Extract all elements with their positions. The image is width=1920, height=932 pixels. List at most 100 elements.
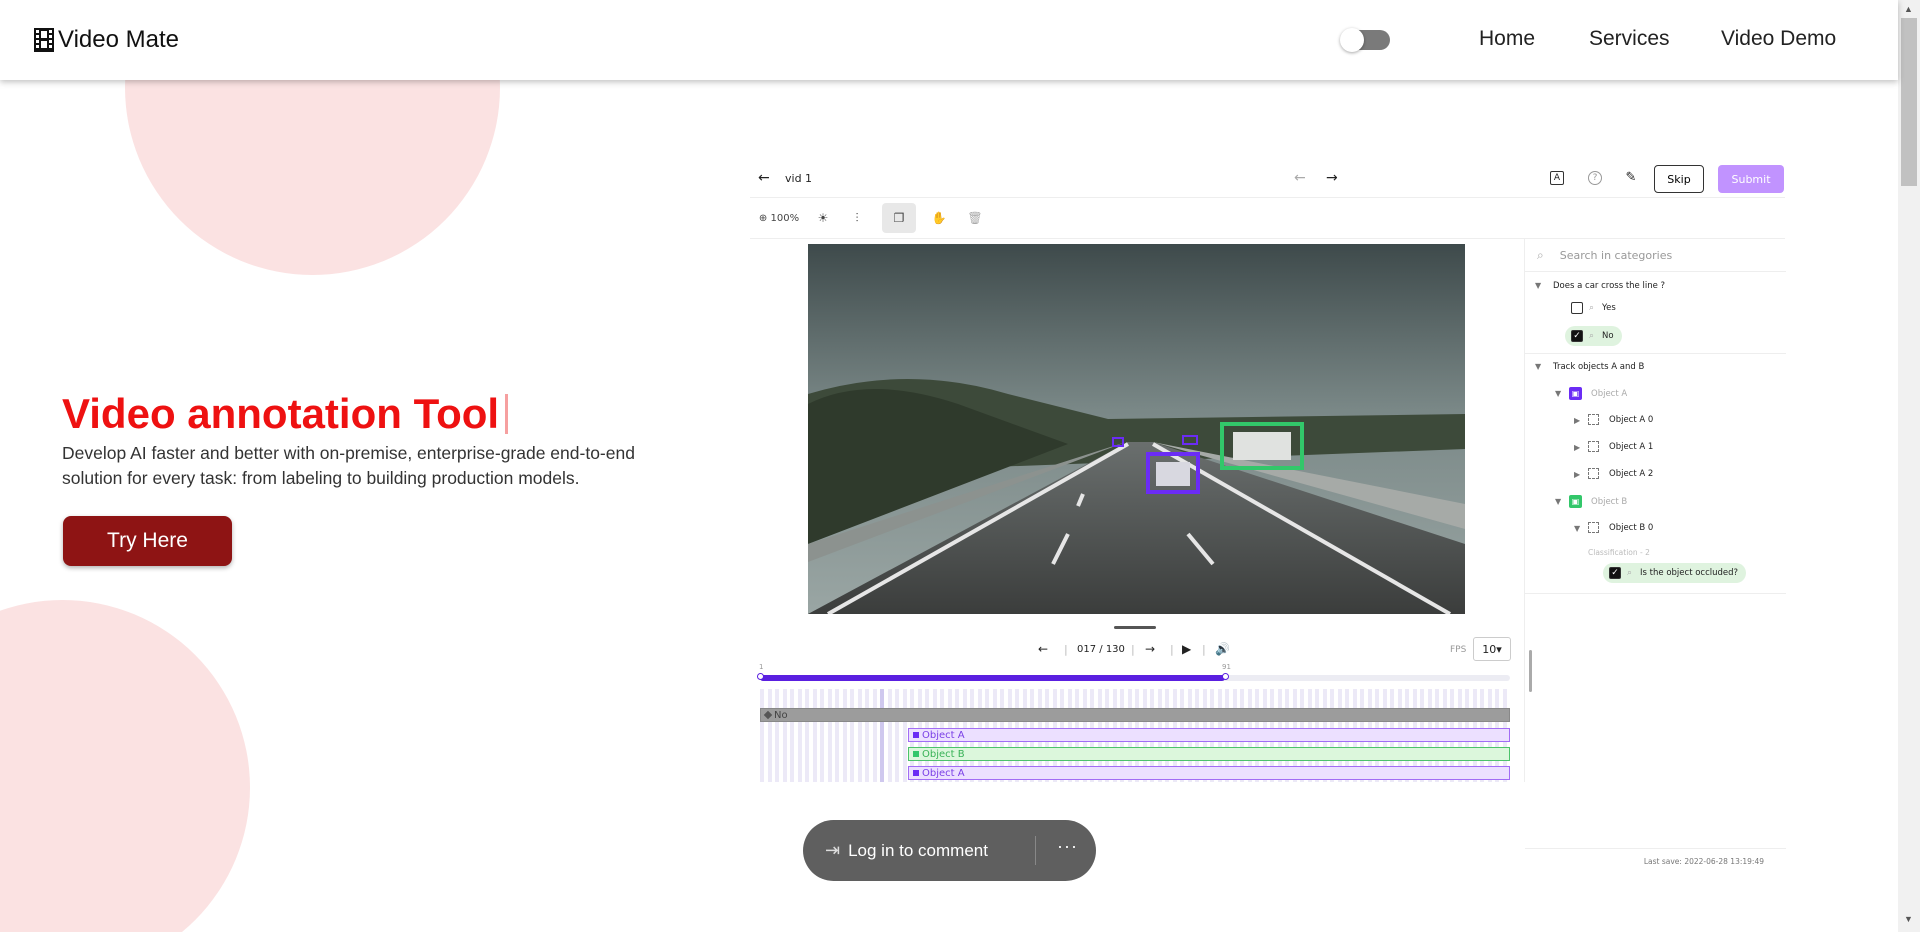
chevron-down-icon[interactable]: ▼	[1574, 524, 1580, 533]
brand-logo[interactable]: Video Mate	[34, 26, 179, 54]
play-icon[interactable]: ▶	[1182, 642, 1191, 656]
submit-button[interactable]: Submit	[1718, 165, 1784, 193]
frame-marker[interactable]	[760, 689, 764, 782]
site-header: Video Mate Home Services Video Demo	[0, 0, 1898, 80]
next-item-arrow-icon[interactable]: →	[1326, 170, 1338, 186]
scroll-down-arrow-icon[interactable]: ▼	[1904, 914, 1913, 924]
checkbox-checked[interactable]: ✓	[1571, 330, 1583, 342]
next-frame-icon[interactable]: →	[1145, 642, 1155, 656]
chevron-down-icon[interactable]: ▼	[1535, 281, 1541, 290]
question-label: Does a car cross the line ?	[1553, 281, 1666, 291]
frame-marker[interactable]	[820, 689, 824, 782]
nav-video-demo[interactable]: Video Demo	[1721, 27, 1836, 51]
object-label: Object A 2	[1609, 468, 1654, 479]
chevron-right-icon[interactable]: ▶	[1574, 470, 1580, 479]
frame-marker[interactable]	[805, 689, 809, 782]
adjust-sliders-icon[interactable]: ⫶	[844, 203, 870, 233]
chevron-right-icon[interactable]: ▶	[1574, 443, 1580, 452]
object-b-group[interactable]: ▣ Object B	[1569, 495, 1627, 508]
timeline-start-dot[interactable]	[757, 673, 764, 680]
object-item[interactable]: Object A 1	[1588, 441, 1653, 452]
fps-value: 10	[1482, 642, 1497, 656]
brand-name: Video Mate	[58, 26, 179, 53]
object-a-group[interactable]: ▣ Object A	[1569, 387, 1627, 400]
prev-item-arrow-icon[interactable]: ←	[1294, 170, 1306, 186]
question-label: Track objects A and B	[1553, 362, 1645, 372]
try-here-button[interactable]: Try Here	[63, 516, 232, 566]
annotation-mode-icon[interactable]: A	[1550, 171, 1564, 185]
frame-marker[interactable]	[850, 689, 854, 782]
frame-marker[interactable]	[880, 689, 884, 782]
login-to-comment-button[interactable]: Log in to comment	[848, 841, 988, 861]
prev-frame-icon[interactable]: ←	[1038, 642, 1048, 656]
theme-toggle[interactable]	[1340, 28, 1390, 52]
object-item[interactable]: Object A 0	[1588, 414, 1653, 425]
object-label: Object A 0	[1609, 414, 1654, 425]
timeline-start-tick: 1	[759, 663, 764, 671]
frame-marker[interactable]	[835, 689, 839, 782]
checkbox-checked[interactable]: ✓	[1609, 567, 1621, 579]
scroll-up-arrow-icon[interactable]: ▲	[1904, 4, 1913, 14]
checkbox[interactable]	[1571, 302, 1583, 314]
separator: |	[1064, 643, 1068, 656]
frame-marker[interactable]	[857, 689, 862, 782]
frame-marker[interactable]	[842, 689, 847, 782]
brightness-icon[interactable]: ☀	[810, 203, 836, 233]
object-item[interactable]: Object A 2	[1588, 468, 1653, 479]
layers-icon[interactable]: ❐	[882, 203, 916, 233]
category-search[interactable]: ⌕ Search in categories	[1525, 240, 1786, 272]
bbox-outline-icon	[1588, 414, 1599, 425]
back-arrow-icon[interactable]: ←	[758, 170, 770, 186]
timeline-row-object-b[interactable]: Object B	[908, 747, 1510, 761]
chevron-down-icon[interactable]: ▼	[1555, 497, 1561, 506]
page: Video Mate Home Services Video Demo Vide…	[0, 0, 1920, 932]
frame-marker[interactable]	[790, 689, 794, 782]
nav-home[interactable]: Home	[1479, 27, 1535, 51]
hand-pan-icon[interactable]: ✋	[926, 203, 952, 233]
video-frame[interactable]	[808, 244, 1465, 614]
help-icon[interactable]: ?	[1588, 171, 1602, 185]
page-scrollbar[interactable]: ▲ ▼	[1898, 0, 1920, 932]
volume-icon[interactable]: 🔊	[1215, 642, 1230, 656]
frame-marker[interactable]	[872, 689, 877, 782]
decor-circle-bottom	[0, 600, 250, 932]
frame-marker[interactable]	[902, 689, 907, 782]
more-options-icon[interactable]: ···	[1057, 836, 1078, 857]
frame-marker[interactable]	[797, 689, 802, 782]
nav-services[interactable]: Services	[1589, 27, 1670, 51]
chevron-right-icon[interactable]: ▶	[1574, 416, 1580, 425]
occluded-option[interactable]: ✓ ⌕ Is the object occluded?	[1603, 563, 1747, 583]
fps-label: FPS	[1450, 645, 1467, 655]
option-yes[interactable]: ⌕ Yes	[1565, 298, 1624, 318]
timeline-row-object-a[interactable]: Object A	[908, 766, 1510, 780]
timeline-track[interactable]	[757, 673, 1510, 681]
timeline-row-object-a[interactable]: Object A	[908, 728, 1510, 742]
frame-marker[interactable]	[812, 689, 817, 782]
frame-marker[interactable]	[887, 689, 892, 782]
skip-button[interactable]: Skip	[1654, 165, 1704, 193]
frame-marker[interactable]	[895, 689, 899, 782]
frame-marker[interactable]	[865, 689, 869, 782]
bbox-outline-icon	[1588, 468, 1599, 479]
option-no[interactable]: ✓ ⌕ No	[1565, 326, 1622, 346]
resize-handle[interactable]	[1114, 626, 1156, 629]
frame-marker[interactable]	[767, 689, 772, 782]
zoom-control[interactable]: ⊕ 100%	[756, 203, 802, 233]
chevron-down-icon[interactable]: ▼	[1535, 362, 1541, 371]
object-item[interactable]: Object B 0	[1588, 522, 1653, 533]
hero-title-text: Video annotation Tool	[62, 390, 500, 437]
frame-marker[interactable]	[782, 689, 787, 782]
panel-scroll-indicator[interactable]	[1529, 650, 1532, 692]
frame-marker[interactable]	[827, 689, 832, 782]
frame-marker[interactable]	[775, 689, 779, 782]
fps-select[interactable]: 10 ▾	[1473, 637, 1511, 661]
scroll-thumb[interactable]	[1901, 18, 1917, 186]
tool-toolbar: ⊕ 100% ☀ ⫶ ❐ ✋ 🗑	[750, 198, 1785, 239]
object-label: Object B	[1591, 496, 1628, 507]
chevron-down-icon[interactable]: ▼	[1555, 389, 1561, 398]
hero-description: Develop AI faster and better with on-pre…	[62, 443, 635, 488]
delete-icon[interactable]: 🗑	[962, 203, 988, 233]
timeline-row-no[interactable]: No	[760, 708, 1510, 722]
comment-icon[interactable]: ✎	[1624, 171, 1638, 185]
timeline-end-dot[interactable]	[1222, 673, 1229, 680]
